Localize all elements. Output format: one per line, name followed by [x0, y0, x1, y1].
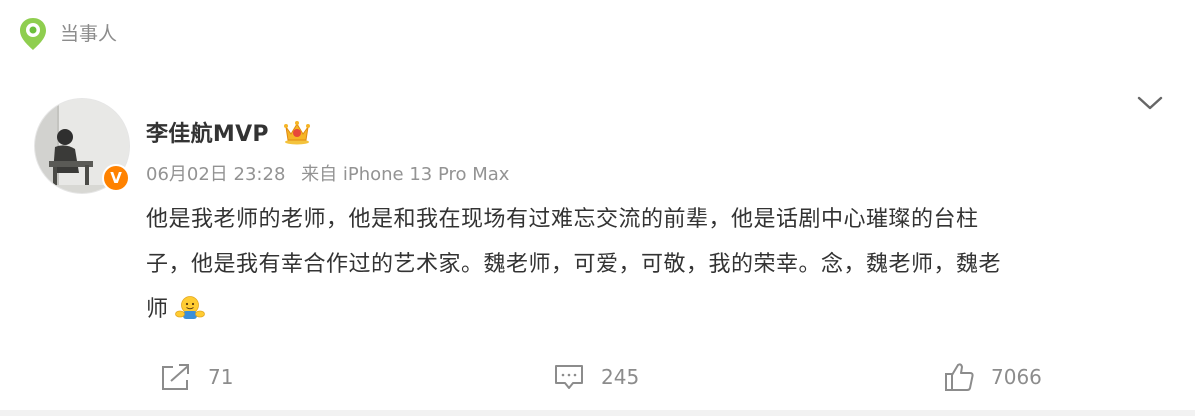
weibo-post-card: 当事人 V 李佳航MVP 06月02日 23:28 来自 iPhone 13 P…: [0, 0, 1195, 416]
repost-count: 71: [208, 365, 234, 389]
post-meta: 06月02日 23:28 来自 iPhone 13 Pro Max: [146, 160, 519, 186]
author-name[interactable]: 李佳航MVP: [146, 116, 269, 148]
thumbs-up-icon: [945, 363, 974, 391]
post-text-line: 师: [146, 297, 169, 322]
section-header: 当事人: [18, 16, 117, 52]
author-avatar[interactable]: V: [34, 98, 130, 194]
card-divider: [0, 410, 1195, 416]
author-row: 李佳航MVP: [146, 116, 311, 148]
crown-icon[interactable]: [283, 119, 311, 145]
post-text: 他是我老师的老师，他是和我在现场有过难忘交流的前辈，他是话剧中心璀璨的台柱 子，…: [146, 197, 1156, 332]
like-count: 7066: [991, 365, 1042, 389]
comment-count: 245: [601, 365, 640, 389]
location-pin-icon: [20, 18, 46, 50]
chevron-down-icon[interactable]: [1136, 94, 1164, 112]
comment-button[interactable]: 245: [553, 360, 639, 394]
share-icon: [162, 364, 189, 390]
post-date[interactable]: 06月02日 23:28: [146, 164, 285, 185]
post-text-line: 他是我老师的老师，他是和我在现场有过难忘交流的前辈，他是话剧中心璀璨的台柱: [146, 207, 979, 232]
post-text-line: 子，他是我有幸合作过的艺术家。魏老师，可爱，可敬，我的荣幸。念，魏老师，魏老: [146, 252, 1002, 277]
comment-icon: [555, 365, 583, 389]
repost-button[interactable]: 71: [160, 360, 233, 394]
post-source: 来自 iPhone 13 Pro Max: [301, 164, 510, 185]
verified-badge: V: [102, 164, 130, 192]
like-button[interactable]: 7066: [943, 360, 1042, 394]
hug-emoji-icon: [174, 296, 205, 319]
post-text-line-last: 师: [146, 287, 1156, 332]
section-title: 当事人: [60, 23, 118, 45]
